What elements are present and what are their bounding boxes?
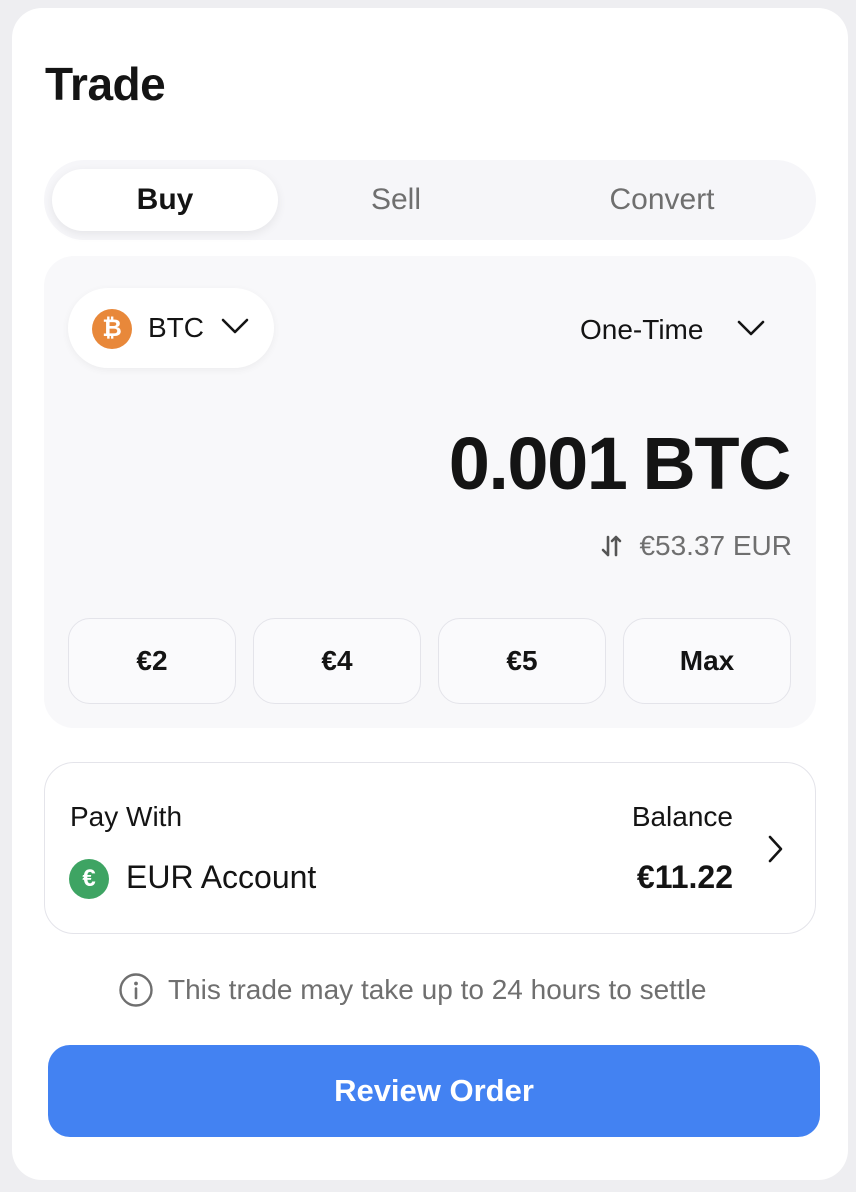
preset-button-max[interactable]: Max (623, 618, 791, 704)
chevron-down-icon (221, 318, 249, 334)
tab-sell[interactable]: Sell (296, 169, 496, 231)
notice-text: This trade may take up to 24 hours to se… (168, 974, 707, 1005)
balance-label: Balance (631, 801, 733, 832)
asset-symbol: BTC (148, 312, 204, 343)
order-panel: ₿ BTC One-Time 0.001 BTC €53.37 EUR €2 €4… (44, 256, 816, 728)
preset-button-2[interactable]: €2 (68, 618, 236, 704)
settlement-notice: This trade may take up to 24 hours to se… (118, 970, 707, 1010)
info-icon (119, 973, 153, 1007)
amount-value: 0.001 (448, 422, 628, 505)
account-name: EUR Account (126, 859, 317, 895)
balance-value: €11.22 (636, 859, 733, 895)
page-title: Trade (45, 58, 166, 110)
fiat-equivalent-row: €53.37 EUR (601, 526, 792, 566)
pay-with-label: Pay With (70, 801, 183, 832)
preset-button-5[interactable]: €5 (438, 618, 606, 704)
trade-tabs: Buy Sell Convert (44, 160, 816, 240)
review-order-button[interactable]: Review Order (48, 1045, 820, 1137)
preset-button-4[interactable]: €4 (253, 618, 421, 704)
asset-selector[interactable]: ₿ BTC (68, 288, 274, 368)
tab-buy[interactable]: Buy (52, 169, 278, 231)
fiat-amount: €53.37 EUR (639, 530, 792, 561)
swap-currency-icon[interactable] (601, 532, 623, 560)
amount-unit: BTC (642, 422, 791, 505)
chevron-down-icon (737, 320, 765, 336)
frequency-label: One-Time (580, 314, 704, 345)
amount-display[interactable]: 0.001 BTC (448, 422, 792, 506)
pay-with-selector[interactable]: Pay With Balance € EUR Account €11.22 (44, 762, 816, 934)
trade-card: Trade Buy Sell Convert ₿ BTC One-Time 0.… (12, 8, 848, 1180)
preset-amounts: €2 €4 €5 Max (68, 618, 792, 704)
frequency-selector[interactable]: One-Time (564, 308, 784, 352)
bitcoin-icon: ₿ (92, 309, 132, 349)
euro-icon: € (69, 859, 109, 899)
chevron-right-icon (768, 835, 783, 863)
tab-convert[interactable]: Convert (542, 169, 782, 231)
